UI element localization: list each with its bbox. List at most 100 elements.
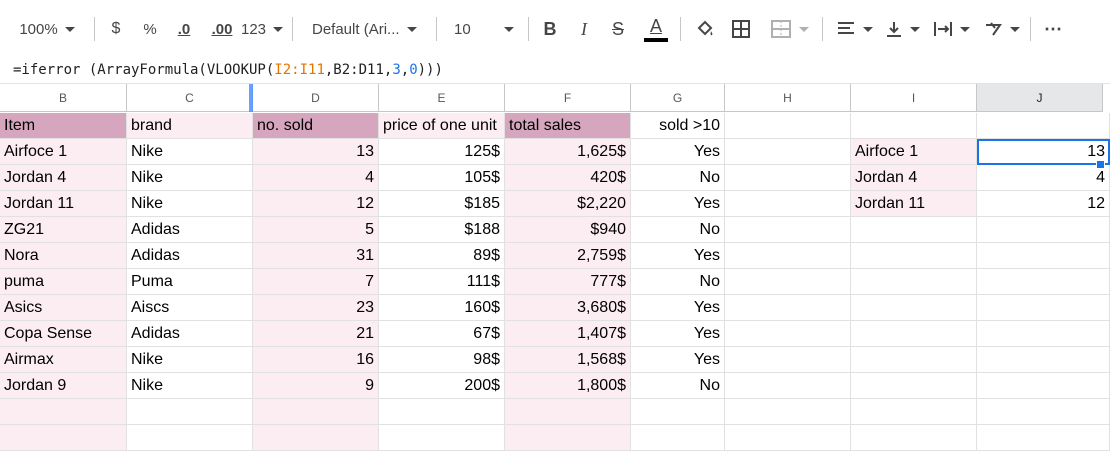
empty-cell[interactable]: [725, 243, 851, 269]
data-cell-sold[interactable]: 5: [253, 217, 379, 243]
data-cell-sold[interactable]: 9: [253, 373, 379, 399]
data-cell-item[interactable]: Jordan 11: [0, 191, 127, 217]
data-cell-total[interactable]: $940: [505, 217, 631, 243]
font-family-select[interactable]: Default (Ari...: [304, 14, 428, 44]
empty-cell[interactable]: [977, 217, 1110, 243]
data-cell-brand[interactable]: Adidas: [127, 243, 253, 269]
empty-cell[interactable]: [977, 347, 1110, 373]
data-cell-brand[interactable]: Adidas: [127, 217, 253, 243]
fill-handle[interactable]: [1096, 160, 1105, 169]
data-cell-total[interactable]: 1,800$: [505, 373, 631, 399]
empty-cell[interactable]: [851, 347, 977, 373]
font-size-select[interactable]: 10: [446, 14, 520, 44]
format-currency-button[interactable]: $: [104, 14, 128, 44]
empty-cell[interactable]: [977, 269, 1110, 295]
column-header-f[interactable]: F: [505, 84, 631, 112]
empty-cell[interactable]: [127, 425, 253, 451]
data-cell-total[interactable]: 3,680$: [505, 295, 631, 321]
data-cell-total[interactable]: 1,625$: [505, 139, 631, 165]
data-cell-brand[interactable]: Nike: [127, 165, 253, 191]
lookup-value-cell[interactable]: 12: [977, 191, 1110, 217]
empty-cell[interactable]: [379, 425, 505, 451]
empty-cell[interactable]: [725, 399, 851, 425]
empty-cell[interactable]: [977, 425, 1110, 451]
empty-cell[interactable]: [851, 373, 977, 399]
empty-cell[interactable]: [725, 425, 851, 451]
data-cell-price[interactable]: 98$: [379, 347, 505, 373]
empty-cell[interactable]: [725, 269, 851, 295]
data-cell-item[interactable]: Airmax: [0, 347, 127, 373]
data-cell-item[interactable]: Airfoce 1: [0, 139, 127, 165]
empty-cell[interactable]: [851, 399, 977, 425]
freeze-column-handle[interactable]: [249, 84, 253, 112]
format-percent-button[interactable]: %: [138, 14, 162, 44]
empty-cell[interactable]: [851, 269, 977, 295]
data-cell-price[interactable]: $188: [379, 217, 505, 243]
empty-cell[interactable]: [725, 295, 851, 321]
empty-cell[interactable]: [725, 113, 851, 139]
empty-cell[interactable]: [977, 113, 1110, 139]
data-cell-over10[interactable]: Yes: [631, 191, 725, 217]
selected-cell[interactable]: 13: [977, 139, 1110, 165]
column-header-e[interactable]: E: [379, 84, 505, 112]
data-cell-price[interactable]: 200$: [379, 373, 505, 399]
empty-cell[interactable]: [379, 399, 505, 425]
header-cell[interactable]: total sales: [505, 113, 631, 139]
empty-cell[interactable]: [851, 295, 977, 321]
horizontal-align-button[interactable]: [832, 14, 876, 44]
data-cell-over10[interactable]: No: [631, 217, 725, 243]
empty-cell[interactable]: [851, 113, 977, 139]
formula-text[interactable]: =iferror (ArrayFormula(VLOOKUP(I2:I11,B2…: [13, 60, 443, 80]
empty-cell[interactable]: [977, 243, 1110, 269]
vertical-align-button[interactable]: [880, 14, 924, 44]
data-cell-sold[interactable]: 21: [253, 321, 379, 347]
data-cell-item[interactable]: puma: [0, 269, 127, 295]
data-cell-over10[interactable]: Yes: [631, 139, 725, 165]
empty-cell[interactable]: [725, 321, 851, 347]
data-cell-over10[interactable]: Yes: [631, 347, 725, 373]
fill-color-button[interactable]: [692, 14, 718, 44]
data-cell-price[interactable]: 89$: [379, 243, 505, 269]
empty-cell[interactable]: [725, 373, 851, 399]
text-rotation-button[interactable]: [978, 14, 1024, 44]
empty-cell[interactable]: [253, 399, 379, 425]
text-color-button[interactable]: A: [642, 14, 670, 44]
data-cell-brand[interactable]: Puma: [127, 269, 253, 295]
data-cell-total[interactable]: 2,759$: [505, 243, 631, 269]
data-cell-brand[interactable]: Nike: [127, 191, 253, 217]
empty-cell[interactable]: [851, 425, 977, 451]
empty-cell[interactable]: [631, 425, 725, 451]
empty-cell[interactable]: [127, 399, 253, 425]
empty-cell[interactable]: [253, 425, 379, 451]
empty-cell[interactable]: [725, 347, 851, 373]
italic-button[interactable]: I: [572, 14, 596, 44]
strikethrough-button[interactable]: S: [606, 14, 630, 44]
empty-cell[interactable]: [0, 425, 127, 451]
lookup-item-cell[interactable]: Jordan 11: [851, 191, 977, 217]
empty-cell[interactable]: [851, 321, 977, 347]
data-cell-item[interactable]: Asics: [0, 295, 127, 321]
data-cell-total[interactable]: 1,407$: [505, 321, 631, 347]
data-cell-brand[interactable]: Nike: [127, 139, 253, 165]
data-cell-price[interactable]: 160$: [379, 295, 505, 321]
empty-cell[interactable]: [851, 243, 977, 269]
data-cell-over10[interactable]: No: [631, 269, 725, 295]
data-cell-price[interactable]: 105$: [379, 165, 505, 191]
data-cell-total[interactable]: 1,568$: [505, 347, 631, 373]
data-cell-total[interactable]: 777$: [505, 269, 631, 295]
text-wrapping-button[interactable]: [928, 14, 974, 44]
increase-decimal-button[interactable]: .00: [204, 14, 240, 44]
empty-cell[interactable]: [631, 399, 725, 425]
data-cell-brand[interactable]: Aiscs: [127, 295, 253, 321]
header-cell[interactable]: brand: [127, 113, 253, 139]
data-cell-over10[interactable]: No: [631, 165, 725, 191]
column-header-j[interactable]: J: [977, 84, 1103, 112]
empty-cell[interactable]: [505, 425, 631, 451]
empty-cell[interactable]: [725, 217, 851, 243]
column-header-i[interactable]: I: [851, 84, 977, 112]
data-cell-item[interactable]: Jordan 4: [0, 165, 127, 191]
bold-button[interactable]: B: [538, 14, 562, 44]
empty-cell[interactable]: [505, 399, 631, 425]
column-header-c[interactable]: C: [127, 84, 253, 112]
header-cell[interactable]: no. sold: [253, 113, 379, 139]
